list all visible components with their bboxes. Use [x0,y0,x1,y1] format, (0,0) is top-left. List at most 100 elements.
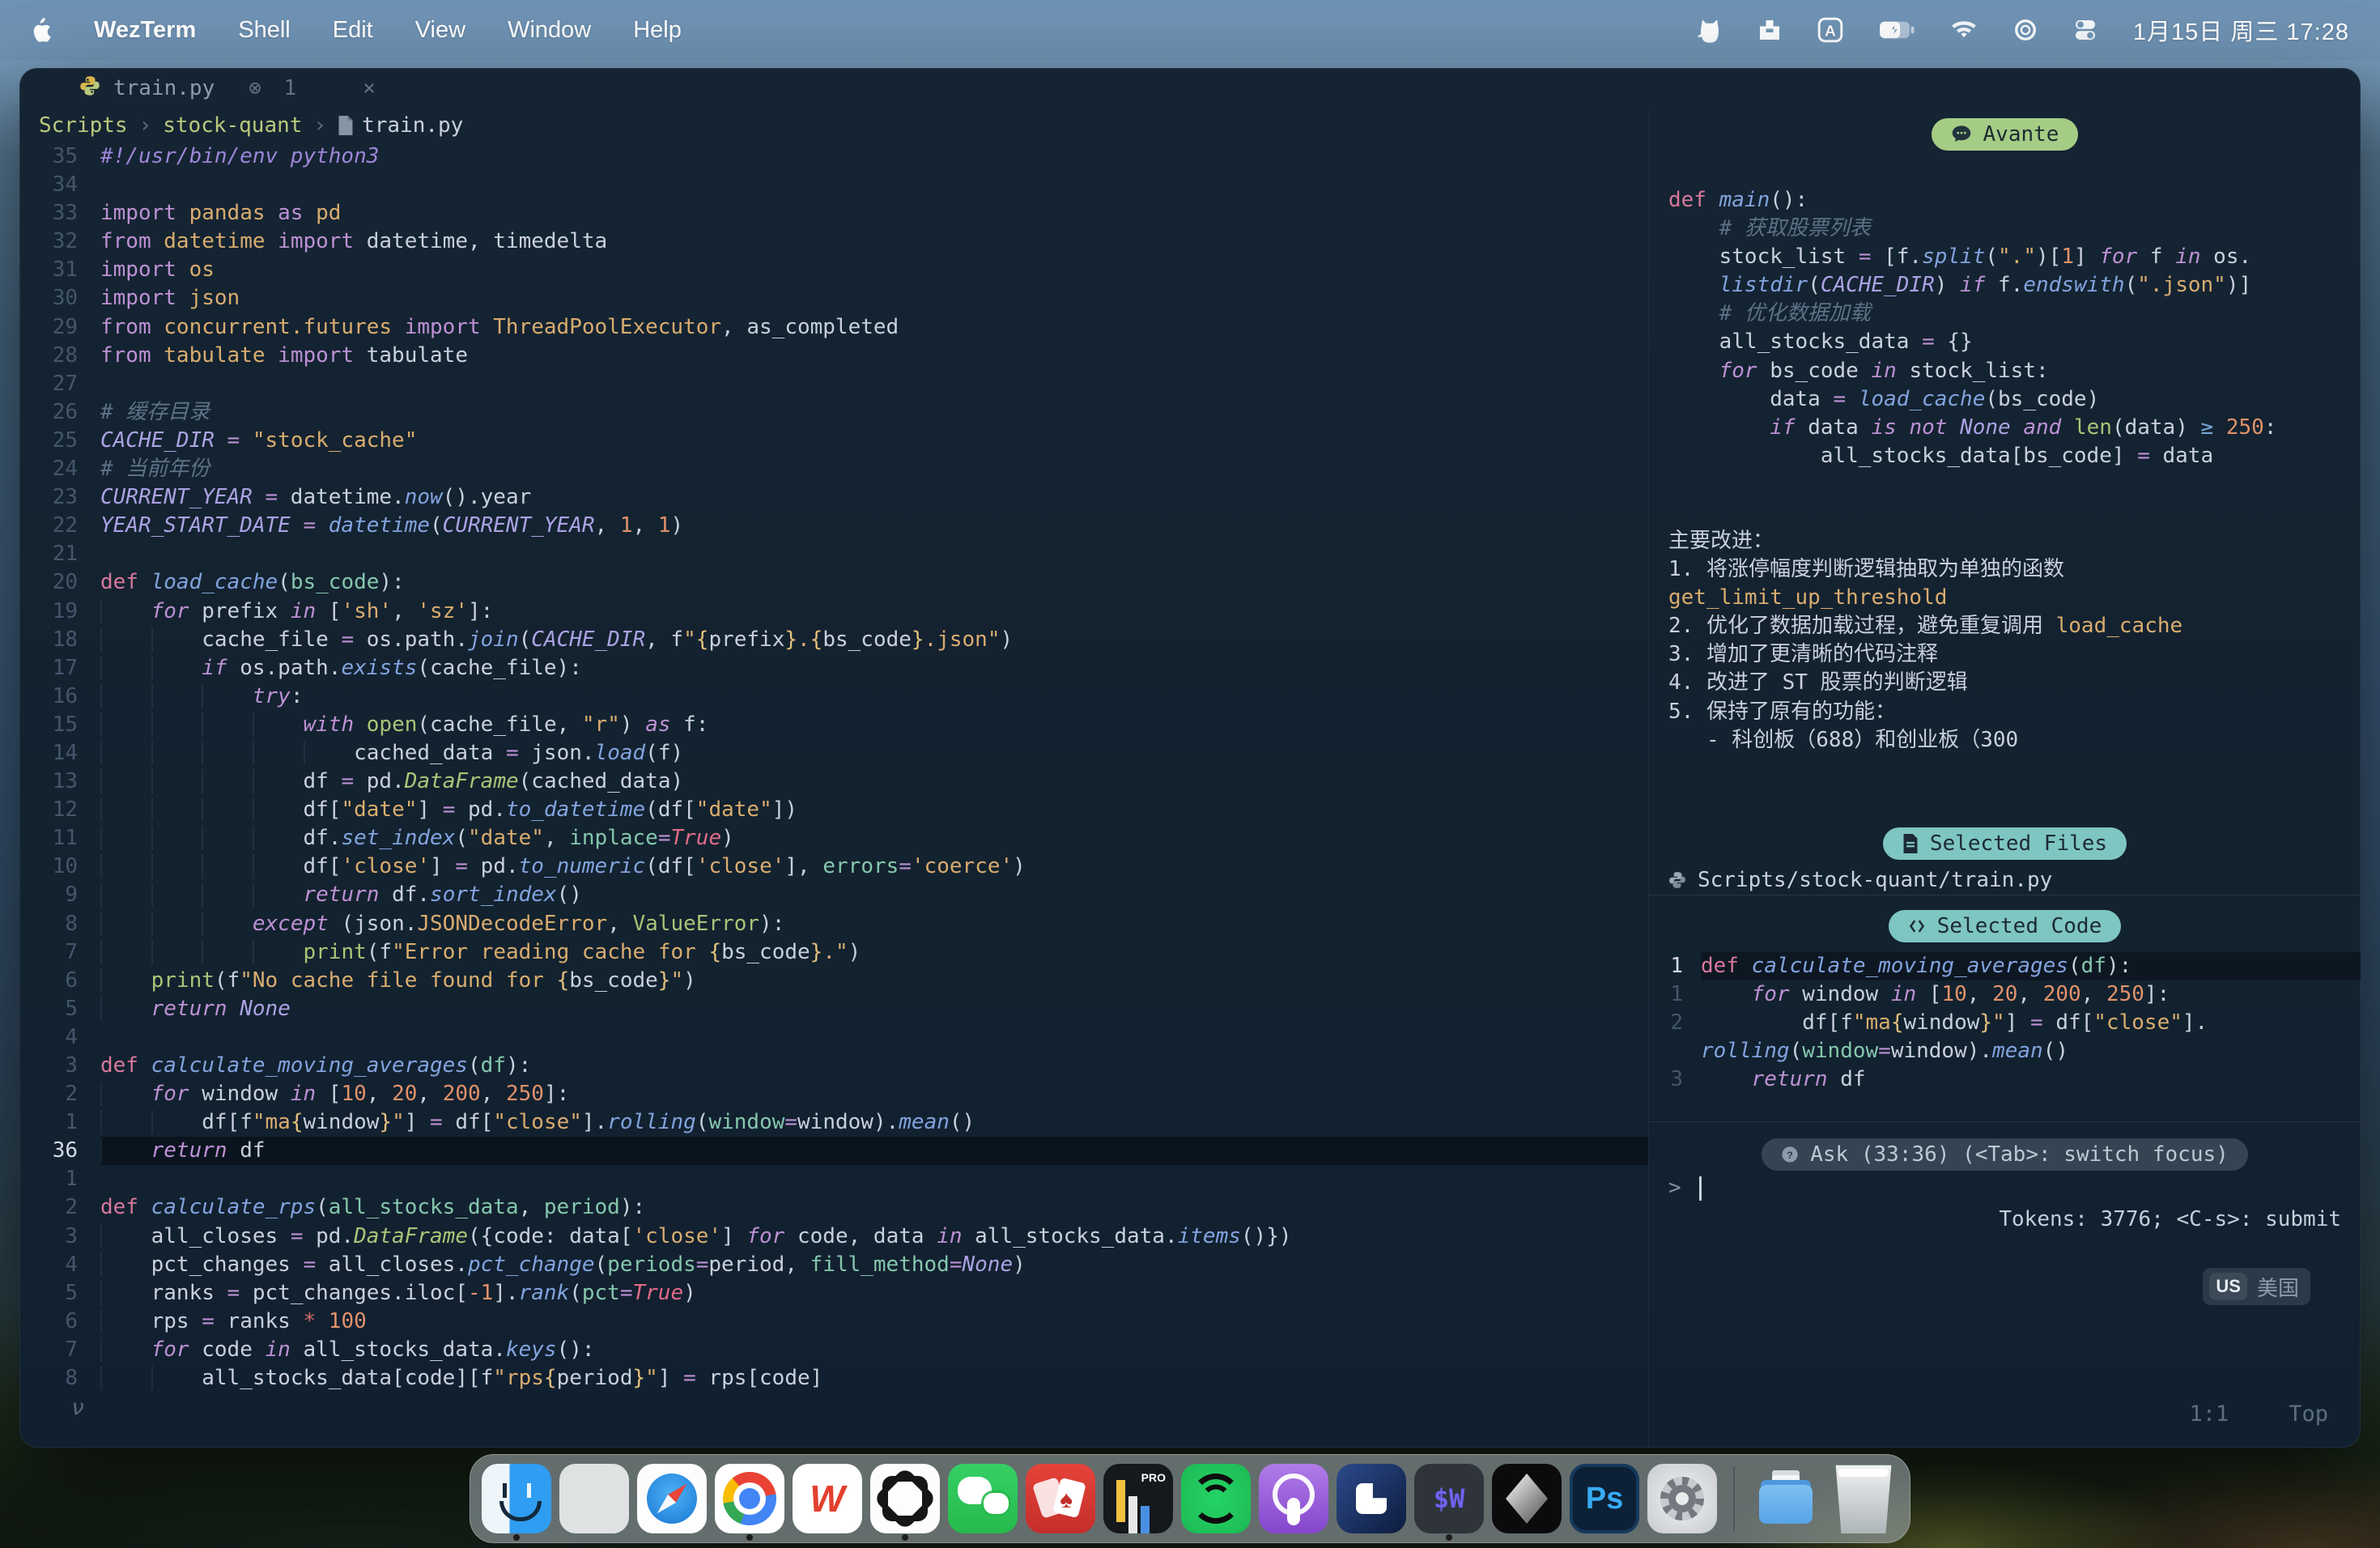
fold-marker: ν [71,1395,84,1420]
code-line: 9 return df.sort_index() [19,881,1648,909]
file-icon [1902,834,1919,853]
menu-bar: WezTerm Shell Edit View Window Help A [0,0,2380,60]
ask-input[interactable]: > [1649,1174,2361,1202]
breadcrumb-dir: stock-quant [163,113,302,138]
dock-item-cards[interactable]: ♠ [1026,1464,1095,1533]
cursor-position: 1:1 [2189,1401,2229,1427]
code-line: 8 except (json.JSONDecodeError, ValueErr… [19,910,1648,938]
code-line: 23CURRENT_YEAR = datetime.now().year [19,483,1648,512]
wezterm-glyph: $W [1434,1483,1465,1514]
statusline-ruler: 1:1 Top [2189,1401,2328,1427]
code-line: 17 if os.path.exists(cache_file): [19,654,1648,683]
tab-title: train.py [113,76,215,100]
code-line: 10 df['close'] = pd.to_numeric(df['close… [19,853,1648,881]
code-line: 15 with open(cache_file, "r") as f: [19,711,1648,739]
code-line: 25CACHE_DIR = "stock_cache" [19,427,1648,455]
input-source-icon[interactable]: A [1817,17,1843,43]
dock-item-wechat[interactable] [948,1464,1018,1533]
menu-item-window[interactable]: Window [508,17,591,44]
code-line: 31import os [19,256,1648,284]
code-editor[interactable]: Scripts › stock-quant › train.py 35#!/us… [19,108,1648,1448]
code-line: 24# 当前年份 [19,455,1648,483]
cat-icon[interactable] [1698,17,1722,43]
dock-item-safari[interactable] [637,1464,707,1533]
dock-item-launchpad[interactable] [559,1464,629,1533]
code-line: 11 df.set_index("date", inplace=True) [19,824,1648,853]
launchpad-icon [559,1464,629,1533]
breadcrumb: Scripts › stock-quant › train.py [19,108,1648,142]
dock-item-photoshop[interactable]: Ps [1570,1464,1639,1533]
l-app-icon [1337,1464,1406,1533]
control-center-icon[interactable] [2073,18,2097,42]
wps-glyph: W [810,1477,844,1520]
code-line: 7 for code in all_stocks_data.keys(): [19,1336,1648,1364]
dock-item-wezterm[interactable]: $W [1414,1464,1484,1533]
package-icon[interactable] [1757,18,1782,42]
code-line: 7 print(f"Error reading cache for {bs_co… [19,938,1648,967]
selected-files-badge: Selected Files [1883,827,2127,860]
tab-train-py[interactable]: train.py ⊗ 1 × [79,75,376,102]
dock-item-downloads[interactable] [1751,1464,1821,1533]
code-line: 1 df[f"ma{window}"] = df["close"].rollin… [19,1108,1648,1137]
code-line: 22YEAR_START_DATE = datetime(CURRENT_YEA… [19,512,1648,540]
code-line: 20def load_cache(bs_code): [19,568,1648,597]
code-line: all_stocks_data = {} [1668,328,2361,356]
tab-diagnostic-badge: ⊗ 1 [249,76,301,100]
code-line: 1. 将涨停幅度判断逻辑抽取为单独的函数 [1668,555,2361,584]
help-bubble-icon: ? [1781,1146,1799,1163]
chatgpt-icon [870,1464,940,1533]
code-line: 27 [19,370,1648,398]
code-line: 32from datetime import datetime, timedel… [19,228,1648,256]
breadcrumb-dir: Scripts [39,113,128,138]
dock-item-finder[interactable] [482,1464,551,1533]
dock-item-chrome[interactable] [715,1464,784,1533]
code-line: 4 pct_changes = all_closes.pct_change(pe… [19,1251,1648,1279]
selected-file-item[interactable]: Scripts/stock-quant/train.py [1649,866,2361,895]
menu-clock[interactable]: 1月15日 周三 17:28 [2133,13,2349,47]
finder-icon [482,1464,551,1533]
dock-divider [1733,1466,1735,1531]
ime-us-label: US [2209,1273,2247,1300]
breadcrumb-file: train.py [338,113,463,138]
tab-close-icon[interactable]: × [363,76,376,100]
dock-item-podcasts[interactable] [1259,1464,1328,1533]
panel-divider [1649,1121,2361,1122]
code-line: 14 cached_data = json.load(f) [19,739,1648,768]
settings-icon [1647,1464,1717,1533]
dock-item-wps[interactable]: W [793,1464,862,1533]
wifi-icon[interactable] [1950,19,1978,40]
dock-item-l-app[interactable] [1337,1464,1406,1533]
menu-app-name[interactable]: WezTerm [94,17,196,44]
scroll-indicator: Top [2289,1401,2328,1427]
code-line: 26# 缓存目录 [19,398,1648,427]
stocks-pro-glyph: PRO [1141,1471,1166,1484]
editor-lines: 35#!/usr/bin/env python33433import panda… [19,142,1648,1393]
code-icon [1908,917,1926,935]
dock-item-settings[interactable] [1647,1464,1717,1533]
dock-item-gem[interactable] [1492,1464,1562,1533]
menu-item-shell[interactable]: Shell [238,17,291,44]
photoshop-icon: Ps [1570,1464,1639,1533]
menu-item-help[interactable]: Help [633,17,682,44]
dock-item-trash[interactable] [1829,1464,1898,1533]
running-indicator [746,1534,753,1541]
selected-code-badge: Selected Code [1889,910,2122,942]
dock-item-spotify[interactable] [1181,1464,1251,1533]
dock-item-chatgpt[interactable] [870,1464,940,1533]
menu-items: Shell Edit View Window Help [238,17,682,44]
code-line: 21 [19,540,1648,568]
apple-menu-icon[interactable] [31,18,52,42]
code-line: 3def calculate_moving_averages(df): [19,1052,1648,1080]
menu-item-edit[interactable]: Edit [333,17,373,44]
menu-item-view[interactable]: View [415,17,465,44]
battery-icon[interactable] [1879,19,1915,40]
ring-icon[interactable] [2013,18,2038,42]
stocks-pro-icon: PRO [1103,1464,1173,1533]
code-line: - 科创板（688）和创业板（300 [1668,726,2361,755]
wechat-icon [948,1464,1018,1533]
ime-cn-label: 美国 [2257,1272,2299,1302]
code-line: 35#!/usr/bin/env python3 [19,142,1648,171]
code-line: 2. 优化了数据加载过程，避免重复调用 load_cache [1668,612,2361,640]
python-icon [79,75,100,102]
dock-item-stocks-pro[interactable]: PRO [1103,1464,1173,1533]
